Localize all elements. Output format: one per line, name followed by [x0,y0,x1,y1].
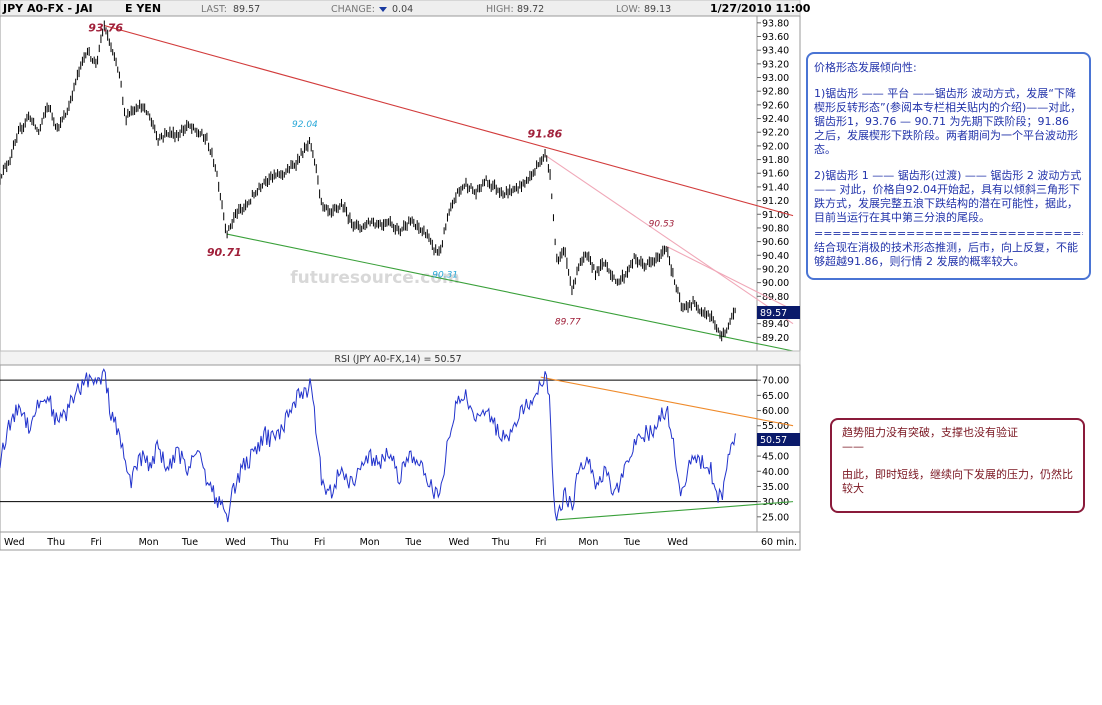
header-low-label: LOW: [616,4,640,15]
note-blue-para1: 1)锯齿形 —— 平台 ——锯齿形 波动方式，发展“下降楔形反转形态”(参阅本专… [814,87,1082,156]
price-tick-label: 90.60 [762,237,789,248]
key-point-label: 93.76 [88,22,123,35]
price-tick-label: 91.40 [762,182,789,193]
key-point-label: 90.53 [649,219,675,229]
header-change-label: CHANGE: [331,4,375,15]
x-tick-label: Wed [449,537,470,548]
note-blue-para2: 2)锯齿形 1 —— 锯齿形(过渡) —— 锯齿形 2 波动方式 —— 对此，价… [814,169,1082,224]
price-tick-label: 90.20 [762,264,789,275]
header-last-label: LAST: [201,4,227,15]
header-symbol: JPY A0-FX - JAI [2,2,93,15]
key-point-label: 91.86 [528,127,563,140]
x-tick-label: Fri [91,537,102,548]
rsi-tick-label: 35.00 [762,482,789,493]
price-tick-label: 91.80 [762,155,789,166]
price-tick-label: 93.60 [762,32,789,43]
rsi-tick-label: 70.00 [762,376,789,387]
rsi-title: RSI (JPY A0-FX,14) = 50.57 [334,354,461,365]
price-tick-label: 90.00 [762,278,789,289]
price-tick-label: 92.00 [762,141,789,152]
analysis-note-red: 趋势阻力没有突破，支撑也没有验证 —— 由此，即时短线，继续向下发展的压力，仍然… [830,418,1085,513]
x-tick-label: Wed [225,537,246,548]
note-blue-heading: 价格形态发展倾向性: [814,61,917,74]
header-currency: E YEN [125,2,161,15]
note-red-line3: 由此，即时短线，继续向下发展的压力，仍然比较大 [842,468,1073,495]
key-point-label: 92.04 [292,120,318,130]
rsi-tick-label: 25.00 [762,512,789,523]
key-point-label: 90.31 [432,270,458,280]
note-blue-separator: ================================ [814,227,1083,240]
x-tick-label: Mon [360,537,380,548]
x-tick-label: Mon [578,537,598,548]
header-low-value: 89.13 [644,4,671,15]
header-datetime: 1/27/2010 11:00 [710,2,811,15]
header-high-label: HIGH: [486,4,514,15]
rsi-tick-label: 45.00 [762,452,789,463]
price-tick-label: 92.20 [762,128,789,139]
price-tick-label: 90.40 [762,251,789,262]
x-tick-label: Wed [4,537,25,548]
note-red-line2: —— [842,440,864,453]
last-price-tag-text: 89.57 [760,308,787,319]
analysis-note-blue: 价格形态发展倾向性: 1)锯齿形 —— 平台 ——锯齿形 波动方式，发展“下降楔… [806,52,1091,280]
header-last-value: 89.57 [233,4,260,15]
price-tick-label: 93.40 [762,46,789,57]
price-tick-label: 91.60 [762,169,789,180]
x-tick-label: Tue [181,537,198,548]
header-high-value: 89.72 [517,4,544,15]
price-tick-label: 92.40 [762,114,789,125]
note-red-line1: 趋势阻力没有突破，支撑也没有验证 [842,426,1018,439]
x-tick-label: Tue [623,537,640,548]
x-tick-label: Wed [667,537,688,548]
x-tick-label: Tue [404,537,421,548]
price-tick-label: 92.80 [762,87,789,98]
price-tick-label: 92.60 [762,100,789,111]
price-panel [0,15,758,352]
price-tick-label: 89.40 [762,319,789,330]
header-change-value: 0.04 [392,4,413,15]
rsi-tick-label: 60.00 [762,406,789,417]
price-tick-label: 91.20 [762,196,789,207]
x-tick-label: Fri [535,537,546,548]
key-point-label: 89.77 [555,317,581,327]
rsi-tick-label: 40.00 [762,467,789,478]
rsi-panel [0,364,758,533]
x-tick-label: Mon [139,537,159,548]
price-tick-label: 89.20 [762,333,789,344]
price-tick-label: 91.00 [762,210,789,221]
chart-stage: JPY A0-FX - JAI E YEN LAST: 89.57 CHANGE… [0,0,1102,701]
price-tick-label: 93.80 [762,18,789,29]
price-tick-label: 90.80 [762,223,789,234]
x-tick-label: Thu [46,537,65,548]
note-blue-para3: 结合现在消极的技术形态推测，后市，向上反复，不能够超越91.86，则行情 2 发… [814,241,1078,268]
x-tick-label: Fri [314,537,325,548]
price-tick-label: 93.00 [762,73,789,84]
price-tick-label: 93.20 [762,59,789,70]
x-tick-label: Thu [491,537,510,548]
key-point-label: 90.71 [207,246,242,259]
x-tick-label: Thu [270,537,289,548]
x-tick-label: 60 min. [761,537,797,548]
rsi-value-tag-text: 50.57 [760,435,787,446]
rsi-tick-label: 65.00 [762,391,789,402]
